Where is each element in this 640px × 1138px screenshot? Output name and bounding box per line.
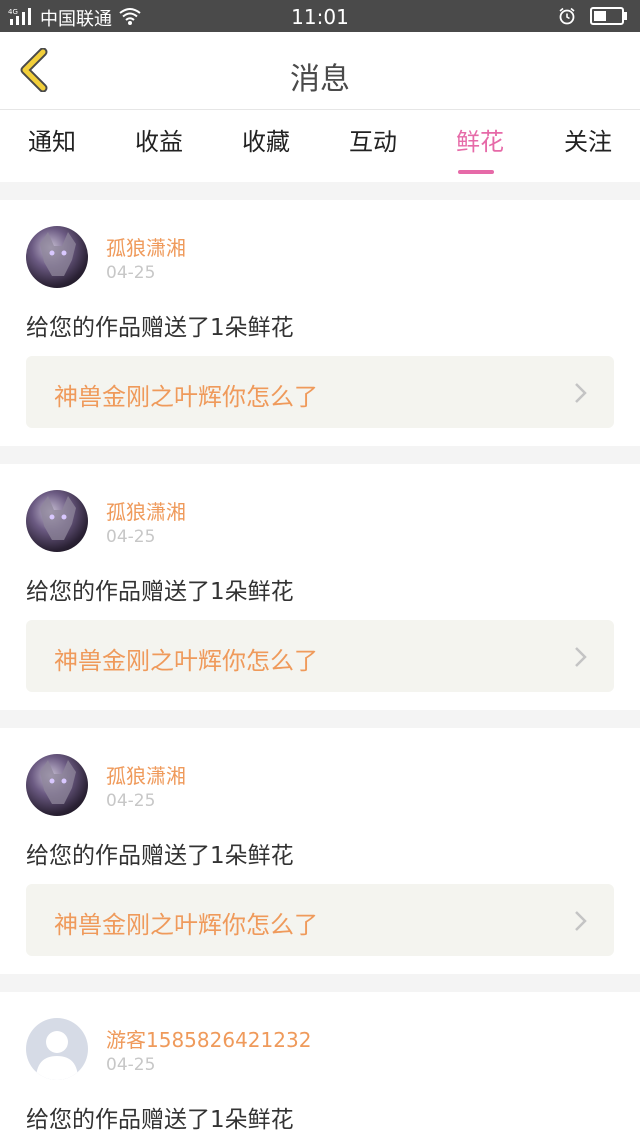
status-bar: 4G 中国联通 11:01 (0, 0, 640, 32)
tab-flowers-label: 鲜花 (456, 128, 504, 156)
username[interactable]: 孤狼潇湘 (106, 232, 186, 261)
list-item: 游客1585826421232 04-25 给您的作品赠送了1朵鲜花 (0, 992, 640, 1138)
battery-icon (590, 7, 628, 30)
work-title: 神兽金刚之叶辉你怎么了 (54, 647, 318, 675)
message-date: 04-25 (106, 791, 156, 811)
avatar[interactable] (26, 226, 88, 288)
list-item: 孤狼潇湘 04-25 给您的作品赠送了1朵鲜花 神兽金刚之叶辉你怎么了 (0, 464, 640, 710)
message-list: 孤狼潇湘 04-25 给您的作品赠送了1朵鲜花 神兽金刚之叶辉你怎么了 孤狼潇湘… (0, 200, 640, 1138)
list-item: 孤狼潇湘 04-25 给您的作品赠送了1朵鲜花 神兽金刚之叶辉你怎么了 (0, 200, 640, 446)
work-title: 神兽金刚之叶辉你怎么了 (54, 911, 318, 939)
tab-flowers[interactable]: 鲜花 (440, 122, 520, 174)
avatar[interactable] (26, 1018, 88, 1080)
status-time: 11:01 (291, 5, 349, 29)
message-date: 04-25 (106, 263, 156, 283)
wolf-avatar-icon (40, 760, 76, 804)
tab-earnings[interactable]: 收益 (119, 122, 199, 157)
status-right (558, 7, 628, 30)
message-date: 04-25 (106, 1055, 156, 1075)
username[interactable]: 游客1585826421232 (106, 1024, 311, 1053)
list-item: 孤狼潇湘 04-25 给您的作品赠送了1朵鲜花 神兽金刚之叶辉你怎么了 (0, 728, 640, 974)
page-title: 消息 (290, 62, 350, 97)
nav-header: 消息 (0, 32, 640, 110)
chevron-right-icon (574, 910, 588, 936)
active-tab-indicator (458, 170, 494, 174)
avatar[interactable] (26, 754, 88, 816)
tab-bar: 通知 收益 收藏 互动 鲜花 关注 (0, 110, 640, 182)
tab-favorites[interactable]: 收藏 (226, 122, 306, 157)
message-text: 给您的作品赠送了1朵鲜花 (26, 1107, 294, 1133)
tab-interaction[interactable]: 互动 (333, 122, 413, 157)
tab-follow[interactable]: 关注 (548, 122, 628, 157)
message-text: 给您的作品赠送了1朵鲜花 (26, 315, 294, 341)
work-link-button[interactable]: 神兽金刚之叶辉你怎么了 (26, 620, 614, 692)
wolf-avatar-icon (40, 496, 76, 540)
avatar[interactable] (26, 490, 88, 552)
default-user-icon (36, 1031, 78, 1080)
alarm-icon (558, 7, 576, 30)
work-title: 神兽金刚之叶辉你怎么了 (54, 383, 318, 411)
chevron-right-icon (574, 382, 588, 408)
chevron-right-icon (574, 646, 588, 672)
wolf-avatar-icon (40, 232, 76, 276)
message-text: 给您的作品赠送了1朵鲜花 (26, 843, 294, 869)
username[interactable]: 孤狼潇湘 (106, 760, 186, 789)
username[interactable]: 孤狼潇湘 (106, 496, 186, 525)
work-link-button[interactable]: 神兽金刚之叶辉你怎么了 (26, 356, 614, 428)
message-text: 给您的作品赠送了1朵鲜花 (26, 579, 294, 605)
tab-notice[interactable]: 通知 (12, 122, 92, 157)
work-link-button[interactable]: 神兽金刚之叶辉你怎么了 (26, 884, 614, 956)
message-date: 04-25 (106, 527, 156, 547)
